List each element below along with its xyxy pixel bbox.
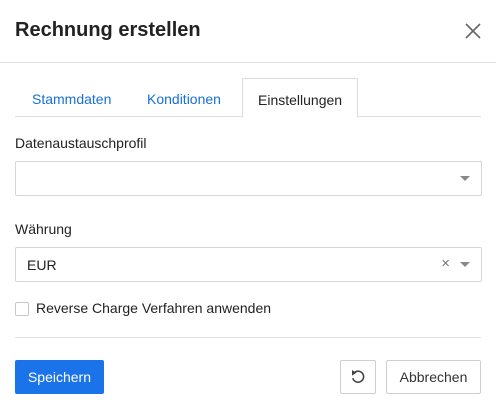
close-button[interactable]	[462, 20, 484, 42]
currency-label: Währung	[15, 221, 72, 237]
reverse-charge-checkbox[interactable]	[15, 302, 29, 316]
tab-bar: Stammdaten Konditionen Einstellungen	[15, 78, 481, 118]
footer-divider	[15, 337, 481, 338]
tab-label: Konditionen	[147, 91, 221, 107]
chevron-down-icon	[460, 262, 470, 267]
close-icon	[465, 23, 481, 39]
reverse-charge-label[interactable]: Reverse Charge Verfahren anwenden	[36, 300, 271, 316]
cancel-button[interactable]: Abbrechen	[386, 360, 481, 394]
tab-stammdaten[interactable]: Stammdaten	[17, 78, 126, 116]
currency-value: EUR	[27, 257, 57, 273]
clear-icon[interactable]: ×	[441, 254, 450, 274]
chevron-down-icon	[460, 176, 470, 181]
exchange-profile-label: Datenaustauschprofil	[15, 135, 147, 151]
tab-konditionen[interactable]: Konditionen	[132, 78, 236, 116]
tab-einstellungen[interactable]: Einstellungen	[242, 78, 359, 118]
dialog-title: Rechnung erstellen	[15, 19, 201, 41]
dialog-header: Rechnung erstellen	[0, 0, 496, 63]
undo-icon	[352, 370, 365, 383]
reset-button[interactable]	[340, 360, 376, 394]
save-button[interactable]: Speichern	[15, 360, 104, 394]
exchange-profile-select[interactable]	[15, 161, 482, 196]
tab-label: Stammdaten	[32, 91, 112, 107]
tab-label: Einstellungen	[258, 92, 343, 108]
create-invoice-dialog: Rechnung erstellen Stammdaten Konditione…	[0, 0, 496, 408]
currency-select[interactable]: EUR ×	[15, 247, 482, 282]
